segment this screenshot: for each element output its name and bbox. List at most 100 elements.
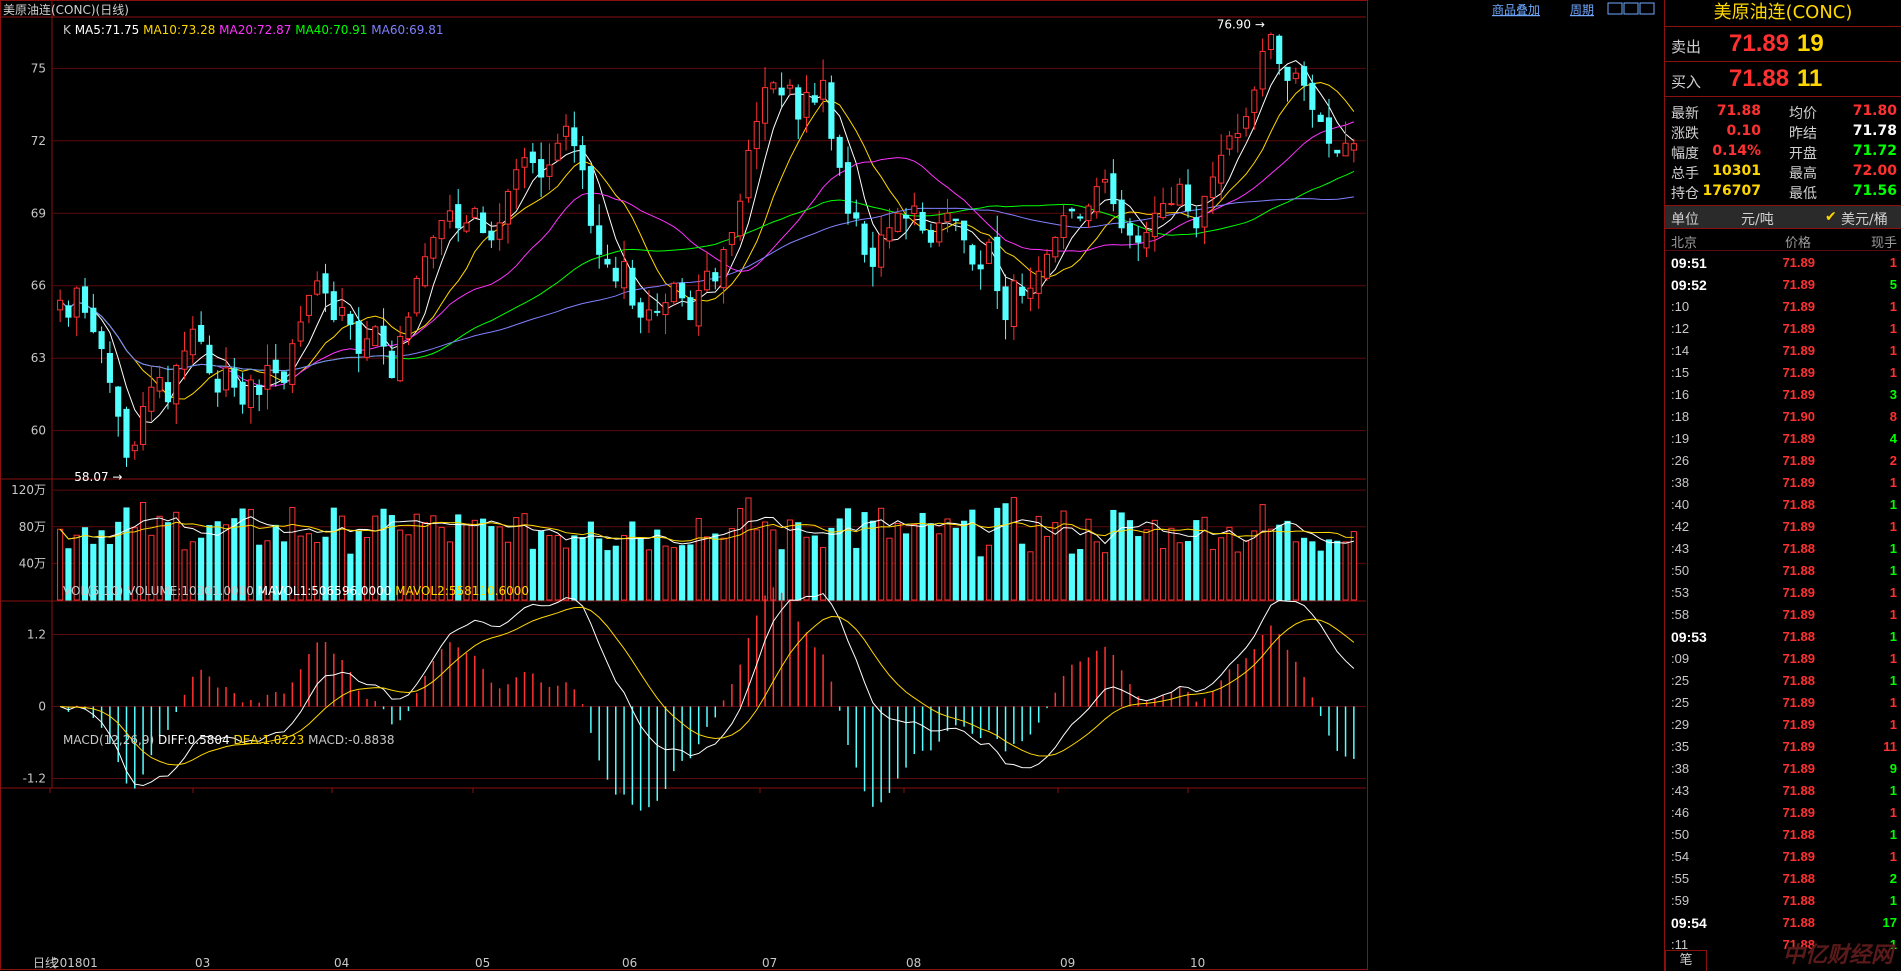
tick-time: :50	[1671, 827, 1690, 842]
volume-bar	[546, 534, 553, 601]
volume-bar	[1342, 541, 1349, 601]
tick-price: 71.88	[1782, 893, 1815, 908]
candle-body	[878, 234, 885, 268]
sell-volume: 19	[1797, 30, 1824, 57]
tick-row: :46 71.89 1	[1665, 801, 1901, 823]
volume-bar	[952, 527, 959, 601]
volume-bar	[645, 549, 653, 601]
x-axis-label: 04	[334, 956, 349, 970]
candle-body	[902, 214, 910, 219]
kline-chart[interactable]: 75 72 69 66 63 60 76.90 → 58.07 → 120万 80万 40万 1.2 0…	[0, 0, 1664, 971]
tick-volume: 1	[1889, 607, 1897, 622]
volume-bar	[1176, 542, 1183, 601]
volume-tick-label: 40万	[19, 556, 46, 570]
tick-price: 71.89	[1782, 321, 1815, 336]
volume-bar	[662, 545, 669, 601]
candle-body	[1193, 217, 1200, 229]
macd-tick-label: -1.2	[23, 772, 46, 786]
candle-body	[1068, 208, 1075, 212]
tab-ticks[interactable]: 笔	[1665, 950, 1707, 971]
quote-value: 0.14%	[1712, 143, 1761, 159]
tick-time: :16	[1671, 387, 1690, 402]
tick-time: :53	[1671, 585, 1690, 600]
tick-price: 71.88	[1782, 563, 1815, 578]
ma5-line	[59, 60, 1355, 423]
volume-bar	[936, 533, 943, 601]
unit-option-yuan[interactable]: 元/吨	[1741, 209, 1774, 229]
volume-bar	[1135, 536, 1142, 601]
sell-row[interactable]: 卖出 71.89 19	[1665, 27, 1901, 62]
ticks-header-time: 北京	[1671, 236, 1698, 251]
volume-bar	[1160, 548, 1167, 601]
tick-price: 71.89	[1782, 255, 1815, 270]
candle-body	[562, 125, 570, 137]
quote-value: 71.72	[1852, 143, 1897, 159]
volume-bar	[745, 497, 752, 601]
candle-body	[347, 313, 354, 325]
tick-time: :29	[1671, 717, 1690, 732]
candle-body	[123, 408, 130, 458]
tick-row: :58 71.89 1	[1665, 603, 1901, 625]
volume-bar	[1209, 548, 1216, 601]
tick-list[interactable]: 09:51 71.89 1 09:52 71.89 5:10 71.89 1:12 71.89 1…	[1665, 251, 1901, 955]
quote-value: 176707	[1702, 183, 1761, 199]
price-tick-label: 69	[31, 206, 46, 220]
volume-bar	[1168, 527, 1175, 601]
unit-row[interactable]: 单位 元/吨 ✔ 美元/桶	[1665, 206, 1901, 229]
candle-body	[115, 386, 122, 417]
sell-price: 71.89	[1729, 30, 1790, 57]
link-period[interactable]: 周期	[1570, 3, 1594, 17]
volume-bar	[778, 549, 785, 601]
quote-value: 72.00	[1852, 163, 1897, 179]
diff-line	[59, 592, 1355, 787]
candle-body	[620, 261, 628, 289]
volume-bar	[944, 518, 951, 601]
candle-body	[1218, 154, 1225, 184]
candle-body	[1234, 133, 1241, 139]
candle-body	[339, 306, 346, 316]
buy-label: 买入	[1671, 73, 1702, 91]
candle-body	[977, 264, 984, 270]
candle-body	[206, 344, 213, 374]
price-tick-label: 72	[31, 134, 46, 148]
candle-body	[289, 343, 296, 385]
tick-price: 71.88	[1782, 827, 1815, 842]
quote-row: 最新 71.88 均价 71.80	[1665, 101, 1901, 122]
candle-body	[1027, 287, 1034, 299]
quote-label: 昨结	[1789, 126, 1817, 142]
candle-body	[438, 220, 445, 240]
volume-bar	[803, 536, 810, 601]
volume-bar	[1276, 524, 1283, 601]
tick-price: 71.89	[1782, 277, 1815, 292]
unit-option-usd[interactable]: 美元/桶	[1841, 209, 1888, 229]
tick-price: 71.88	[1782, 541, 1815, 556]
candle-body	[388, 350, 395, 379]
volume-bar	[1010, 497, 1017, 601]
tick-time: 09:52	[1671, 277, 1707, 293]
candle-body	[57, 299, 64, 311]
zoom-buttons[interactable]	[1607, 2, 1655, 15]
candle-body	[695, 290, 702, 327]
tick-time: :38	[1671, 475, 1690, 490]
quote-label: 幅度	[1671, 146, 1699, 162]
candle-body	[1101, 178, 1109, 183]
volume-bar	[1218, 537, 1225, 601]
tick-row: :14 71.89 1	[1665, 339, 1901, 361]
tick-volume: 1	[1889, 805, 1897, 820]
link-commodity-overlay[interactable]: 商品叠加	[1492, 2, 1540, 17]
candle-body	[836, 136, 843, 168]
period-tab[interactable]: 日线	[33, 956, 57, 970]
volume-bar	[1110, 509, 1117, 601]
volume-bar	[1093, 541, 1100, 601]
candle-body	[106, 353, 113, 383]
volume-bar	[786, 519, 794, 601]
quote-value: 71.78	[1852, 123, 1897, 139]
buy-row[interactable]: 买入 71.88 11	[1665, 62, 1901, 97]
candle-body	[405, 316, 412, 340]
tick-row: :18 71.90 8	[1665, 405, 1901, 427]
volume-bar	[894, 522, 901, 601]
volume-bar	[1267, 528, 1274, 601]
price-tick-label: 60	[31, 424, 46, 438]
candle-body	[181, 350, 188, 370]
volume-bar	[911, 523, 918, 601]
